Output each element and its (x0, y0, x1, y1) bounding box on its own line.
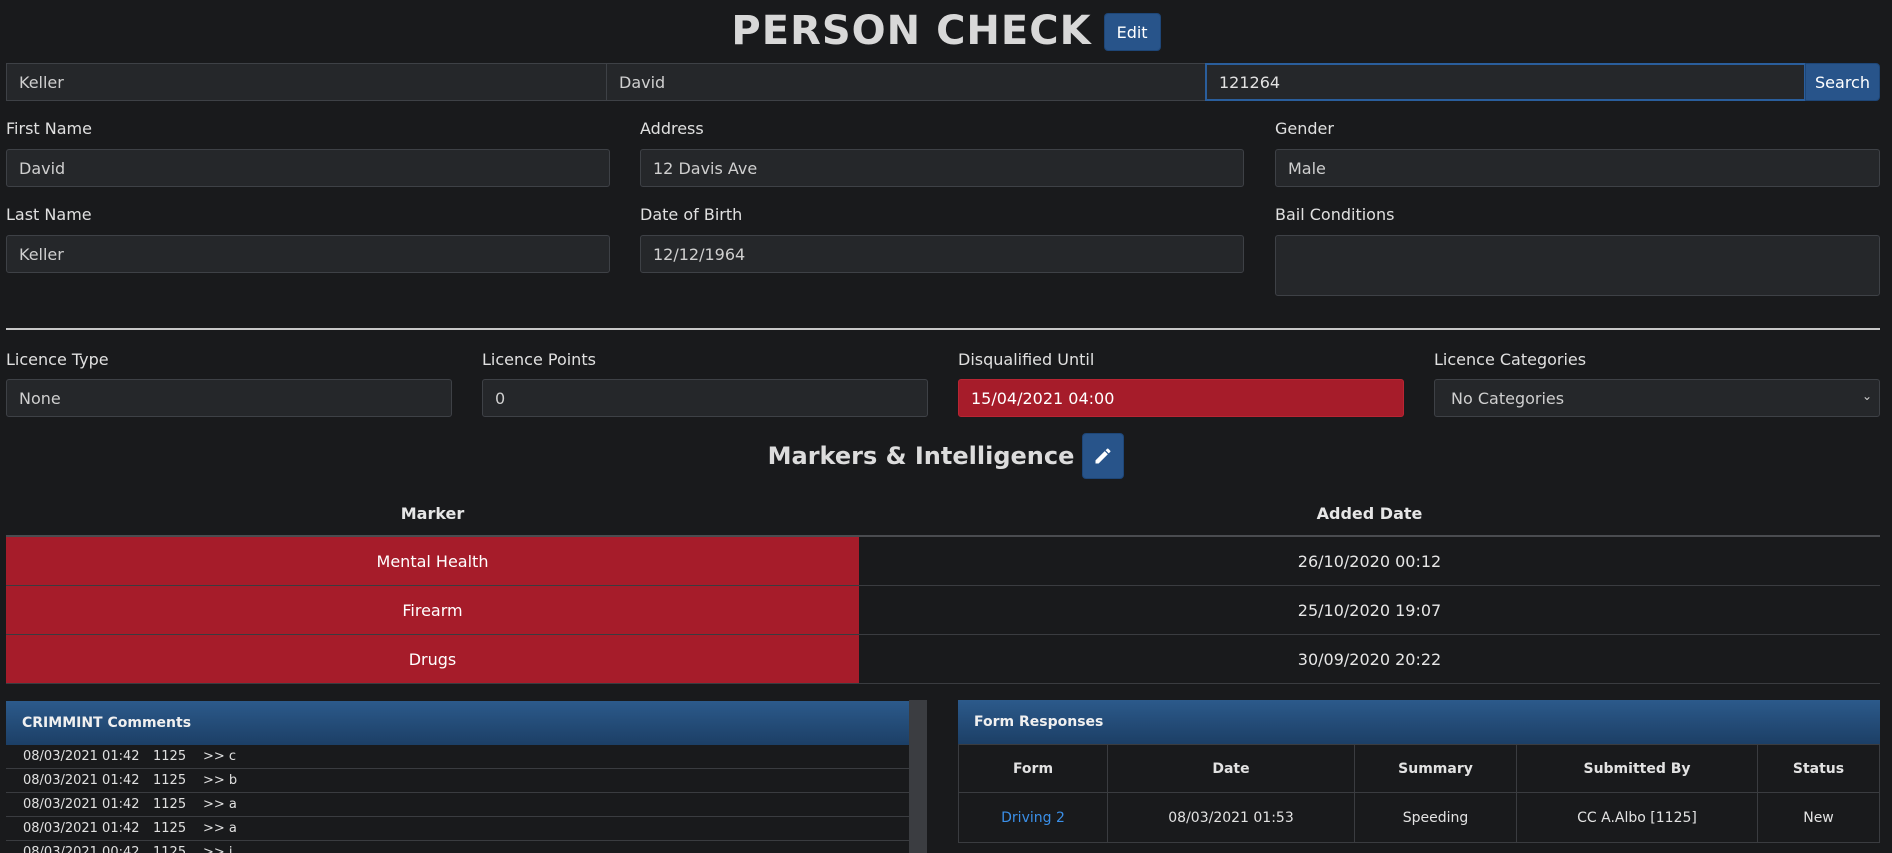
added-date-cell: 30/09/2020 20:22 (1297, 649, 1442, 669)
marker-cell: Mental Health (6, 537, 859, 585)
marker-cell: Firearm (6, 586, 859, 634)
address-label: Address (640, 119, 704, 138)
licence-categories-label: Licence Categories (1434, 350, 1587, 369)
comment-text: >> a (203, 821, 237, 836)
table-row: Mental Health 26/10/2020 00:12 (6, 537, 1880, 586)
gender-label: Gender (1275, 119, 1334, 138)
comment-date: 08/03/2021 01:42 (23, 821, 140, 836)
crimmint-panel-header: CRIMMINT Comments (6, 701, 909, 745)
last-name-field[interactable] (6, 235, 610, 273)
markers-header: Markers & Intelligence (0, 433, 1892, 479)
comment-date: 08/03/2021 00:42 (23, 845, 140, 853)
comment-user: 1125 (153, 749, 187, 764)
first-name-label: First Name (6, 119, 92, 138)
licence-categories-select[interactable]: No Categories (1434, 379, 1880, 417)
search-button[interactable]: Search (1805, 63, 1880, 101)
form-responses-table: Form Date Summary Submitted By Status Dr… (958, 744, 1880, 843)
comment-text: >> a (203, 797, 237, 812)
form-column-header: Form (958, 744, 1108, 793)
bail-conditions-label: Bail Conditions (1275, 205, 1395, 224)
added-date-cell: 25/10/2020 19:07 (1297, 600, 1442, 620)
edit-markers-button[interactable] (1082, 433, 1125, 479)
markers-title: Markers & Intelligence (767, 442, 1075, 470)
status-cell: New (1757, 792, 1880, 843)
page-header: PERSON CHECK Edit (0, 8, 1892, 54)
form-responses-panel-header: Form Responses (958, 700, 1880, 744)
comment-text: >> b (203, 773, 238, 788)
form-responses-title: Form Responses (974, 714, 1104, 730)
comment-user: 1125 (153, 845, 187, 853)
status-column-header: Status (1757, 744, 1880, 793)
page-title: PERSON CHECK (731, 8, 1092, 54)
comment-user: 1125 (153, 821, 187, 836)
licence-points-label: Licence Points (482, 350, 596, 369)
submitted-by-cell: CC A.Albo [1125] (1516, 792, 1758, 843)
marker-column-header: Marker (400, 504, 465, 523)
dob-field[interactable] (640, 235, 1244, 273)
last-name-label: Last Name (6, 205, 92, 224)
comment-date: 08/03/2021 01:42 (23, 773, 140, 788)
added-date-column-header: Added Date (1316, 504, 1423, 523)
date-column-header: Date (1107, 744, 1355, 793)
comment-user: 1125 (153, 773, 187, 788)
list-item: 08/03/2021 01:42 1125 >> c (6, 745, 909, 769)
bail-conditions-field[interactable] (1275, 235, 1880, 296)
licence-type-label: Licence Type (6, 350, 109, 369)
chevron-down-icon: ⌄ (1862, 389, 1873, 403)
form-link[interactable]: Driving 2 (1001, 810, 1065, 826)
comment-date: 08/03/2021 01:42 (23, 797, 140, 812)
crimmint-scrollbar[interactable] (909, 700, 927, 853)
table-row: Firearm 25/10/2020 19:07 (6, 586, 1880, 635)
search-first-name-input[interactable] (606, 63, 1207, 101)
list-item: 08/03/2021 01:42 1125 >> a (6, 793, 909, 817)
markers-table: Marker Added Date Mental Health 26/10/20… (6, 492, 1880, 684)
search-id-input[interactable] (1205, 63, 1806, 101)
gender-field[interactable] (1275, 149, 1880, 187)
search-last-name-input[interactable] (6, 63, 607, 101)
table-row: Drugs 30/09/2020 20:22 (6, 635, 1880, 684)
summary-cell: Speeding (1354, 792, 1517, 843)
disqualified-until-field[interactable] (958, 379, 1404, 417)
section-divider (6, 328, 1880, 330)
list-item: 08/03/2021 01:42 1125 >> b (6, 769, 909, 793)
form-responses-header-row: Form Date Summary Submitted By Status (958, 744, 1880, 793)
licence-points-field[interactable] (482, 379, 928, 417)
list-item: 08/03/2021 01:42 1125 >> a (6, 817, 909, 841)
comment-date: 08/03/2021 01:42 (23, 749, 140, 764)
added-date-cell: 26/10/2020 00:12 (1297, 551, 1442, 571)
crimmint-title: CRIMMINT Comments (22, 715, 192, 731)
submitted-by-column-header: Submitted By (1516, 744, 1758, 793)
disqualified-until-label: Disqualified Until (958, 350, 1095, 369)
marker-cell: Drugs (6, 635, 859, 683)
comment-text: >> c (203, 749, 237, 764)
comment-text: >> i (203, 845, 233, 853)
table-row: Driving 2 08/03/2021 01:53 Speeding CC A… (958, 792, 1880, 843)
list-item: 08/03/2021 00:42 1125 >> i (6, 841, 909, 853)
edit-button[interactable]: Edit (1103, 13, 1161, 51)
comment-user: 1125 (153, 797, 187, 812)
form-cell: Driving 2 (958, 792, 1108, 843)
first-name-field[interactable] (6, 149, 610, 187)
crimmint-comments-list[interactable]: 08/03/2021 01:42 1125 >> c 08/03/2021 01:4… (6, 745, 909, 853)
address-field[interactable] (640, 149, 1244, 187)
date-cell: 08/03/2021 01:53 (1107, 792, 1355, 843)
markers-table-header: Marker Added Date (6, 492, 1880, 537)
licence-type-field[interactable] (6, 379, 452, 417)
summary-column-header: Summary (1354, 744, 1517, 793)
pencil-icon (1095, 448, 1111, 464)
dob-label: Date of Birth (640, 205, 743, 224)
